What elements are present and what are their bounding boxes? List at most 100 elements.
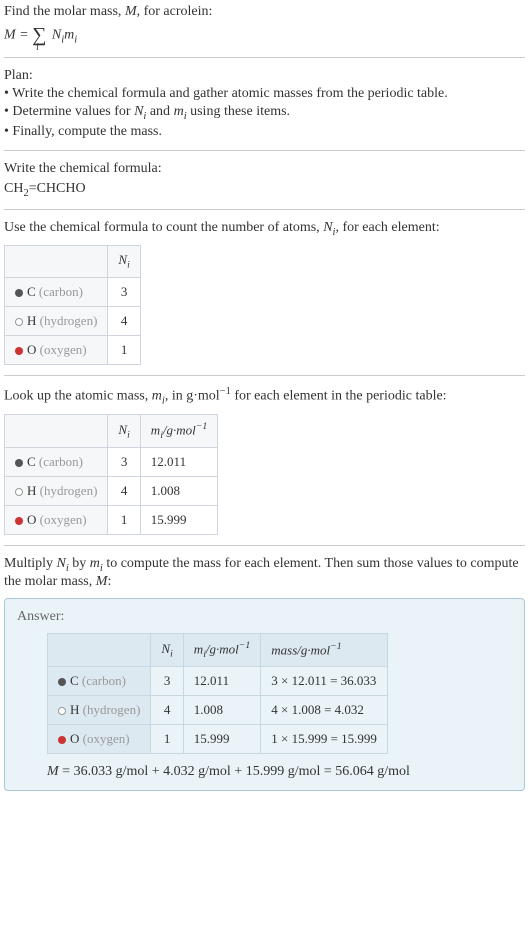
atomic-mass-table: Ni mi/g·mol−1 C (carbon) 3 12.011 H (hyd… (4, 414, 218, 535)
mass-header-text: mass/g·mol (271, 643, 330, 658)
hydrogen-dot-icon (15, 318, 23, 326)
mult-ni: N (57, 556, 66, 571)
count-text-b: , for each element: (335, 220, 439, 235)
ni-header: Ni (108, 246, 140, 278)
final-calc: = 36.033 g/mol + 4.032 g/mol + 15.999 g/… (59, 764, 410, 779)
element-name: (carbon) (39, 454, 83, 469)
atom-count-table: Ni C (carbon) 3 H (hydrogen) 4 O (oxygen… (4, 245, 141, 365)
element-name: (oxygen) (40, 342, 87, 357)
intro-text-end: , for acrolein: (137, 4, 213, 19)
count-text-a: Use the chemical formula to count the nu… (4, 220, 323, 235)
element-cell: C (carbon) (5, 448, 108, 477)
element-symbol: C (70, 673, 79, 688)
plan-item-2-b: and (146, 104, 173, 119)
answer-label: Answer: (17, 609, 512, 625)
oxygen-dot-icon (15, 347, 23, 355)
mi-unit: /g·mol (163, 423, 196, 438)
ni-header-text: N (118, 252, 127, 267)
hydrogen-dot-icon (15, 488, 23, 496)
atomic-mass-section: Look up the atomic mass, mi, in g·mol−1 … (4, 386, 525, 535)
atomic-mass: 15.999 (140, 506, 217, 535)
lookup-mi: m (152, 389, 162, 404)
carbon-dot-icon (58, 678, 66, 686)
element-symbol: H (70, 702, 79, 717)
hydrogen-dot-icon (58, 707, 66, 715)
formula-ni: N (48, 28, 61, 43)
mi-header-text: m (151, 423, 160, 438)
element-symbol: H (27, 313, 36, 328)
ni-header-text: N (161, 641, 170, 656)
table-row: O (oxygen) 1 15.999 1 × 15.999 = 15.999 (48, 725, 388, 754)
element-symbol: O (70, 731, 79, 746)
element-name: (hydrogen) (83, 702, 141, 717)
multiply-section: Multiply Ni by mi to compute the mass fo… (4, 556, 525, 590)
mi-header: mi/g·mol−1 (183, 634, 260, 667)
table-header-row: Ni (5, 246, 141, 278)
divider (4, 545, 525, 546)
ni-header-text: N (118, 422, 127, 437)
mass-calc: 1 × 15.999 = 15.999 (261, 725, 388, 754)
mult-text-b: by (69, 556, 90, 571)
mass-header: mass/g·mol−1 (261, 634, 388, 667)
atomic-mass: 1.008 (183, 696, 260, 725)
answer-table: Ni mi/g·mol−1 mass/g·mol−1 C (carbon) 3 … (47, 633, 388, 754)
chem-formula-b: =CHCHO (29, 181, 86, 196)
intro-section: Find the molar mass, M, for acrolein: M … (4, 4, 525, 47)
intro-var-m: M (125, 4, 137, 19)
table-row: O (oxygen) 1 (5, 335, 141, 364)
lookup-text-b: , in g·mol (165, 389, 220, 404)
plan-item-1: • Write the chemical formula and gather … (4, 86, 525, 102)
sigma-sub: i (36, 42, 39, 53)
mi-unit: /g·mol (206, 641, 239, 656)
mult-text-d: : (107, 574, 111, 589)
divider (4, 150, 525, 151)
atom-count: 3 (108, 277, 140, 306)
plan-item-3: • Finally, compute the mass. (4, 124, 525, 140)
element-name: (oxygen) (40, 512, 87, 527)
empty-header (5, 246, 108, 278)
atom-count: 1 (108, 506, 140, 535)
table-row: H (hydrogen) 4 1.008 (5, 477, 218, 506)
table-row: C (carbon) 3 (5, 277, 141, 306)
mass-sup: −1 (330, 641, 341, 652)
oxygen-dot-icon (58, 736, 66, 744)
divider (4, 57, 525, 58)
atom-count: 1 (151, 725, 183, 754)
plan-item-2: • Determine values for Ni and mi using t… (4, 104, 525, 122)
element-symbol: C (27, 284, 36, 299)
atomic-mass: 12.011 (140, 448, 217, 477)
ni-header-sub: i (127, 260, 130, 271)
answer-box: Answer: Ni mi/g·mol−1 mass/g·mol−1 C (ca… (4, 598, 525, 791)
ni-header-sub: i (127, 430, 130, 441)
element-cell: H (hydrogen) (48, 696, 151, 725)
atomic-mass: 12.011 (183, 667, 260, 696)
element-name: (oxygen) (83, 731, 130, 746)
empty-header (5, 415, 108, 448)
table-row: H (hydrogen) 4 1.008 4 × 1.008 = 4.032 (48, 696, 388, 725)
sigma-symbol: ∑ (32, 24, 46, 46)
element-cell: O (oxygen) (5, 506, 108, 535)
ni-header: Ni (151, 634, 183, 667)
plan-item-2-a: • Determine values for (4, 104, 134, 119)
lookup-text-c: for each element in the periodic table: (231, 389, 447, 404)
mi-sup: −1 (196, 421, 207, 432)
chemical-formula-section: Write the chemical formula: CH2=CHCHO (4, 161, 525, 199)
divider (4, 209, 525, 210)
element-symbol: O (27, 342, 36, 357)
carbon-dot-icon (15, 459, 23, 467)
final-mvar: M (47, 764, 59, 779)
plan-item-2-mi: m (174, 104, 184, 119)
element-symbol: C (27, 454, 36, 469)
mult-mi: m (90, 556, 100, 571)
carbon-dot-icon (15, 289, 23, 297)
table-row: C (carbon) 3 12.011 (5, 448, 218, 477)
plan-heading: Plan: (4, 68, 525, 84)
formula-lhs: M = (4, 28, 32, 43)
chem-formula: CH2=CHCHO (4, 181, 525, 199)
lookup-text-a: Look up the atomic mass, (4, 389, 152, 404)
element-name: (carbon) (39, 284, 83, 299)
empty-header (48, 634, 151, 667)
mi-sup: −1 (239, 640, 250, 651)
element-symbol: H (27, 483, 36, 498)
atom-count: 1 (108, 335, 140, 364)
